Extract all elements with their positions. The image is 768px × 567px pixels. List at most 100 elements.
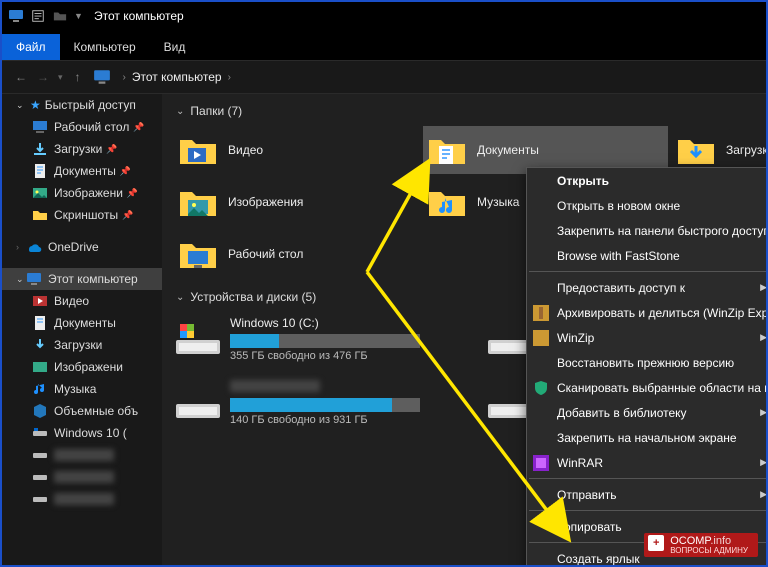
drive-icon <box>32 491 48 507</box>
sidebar-pc-video[interactable]: Видео <box>2 290 162 312</box>
nav-back-button[interactable]: ← <box>10 66 32 88</box>
ctx-open-new-window[interactable]: Открыть в новом окне <box>527 193 768 218</box>
sidebar-onedrive[interactable]: › OneDrive <box>2 236 162 258</box>
sidebar-pc-3d[interactable]: Объемные объ <box>2 400 162 422</box>
music-icon <box>32 381 48 397</box>
pin-icon: 📌 <box>106 144 117 155</box>
ctx-pin-quick-access[interactable]: Закрепить на панели быстрого доступа <box>527 218 768 243</box>
breadcrumb-root[interactable]: Этот компьютер <box>132 70 222 84</box>
sidebar-pc-drive-c[interactable]: Windows 10 ( <box>2 422 162 444</box>
qat-dropdown-icon[interactable]: ▼ <box>74 11 84 21</box>
pin-icon: 📌 <box>127 188 138 199</box>
desktop-folder-icon <box>178 234 218 274</box>
os-drive-icon <box>176 322 220 358</box>
breadcrumb-pc-icon <box>93 68 111 86</box>
pictures-icon <box>32 359 48 375</box>
this-pc-icon <box>8 8 24 24</box>
sidebar-item-downloads[interactable]: Загрузки📌 <box>2 138 162 160</box>
window-title: Этот компьютер <box>94 9 184 23</box>
desktop-icon <box>32 119 48 135</box>
video-folder-icon <box>178 130 218 170</box>
nav-forward-button[interactable]: → <box>32 66 54 88</box>
sidebar-blurred-2[interactable] <box>2 466 162 488</box>
chevron-right-icon[interactable]: › <box>123 72 126 83</box>
ctx-scan[interactable]: Сканировать выбранные области на наличие… <box>527 375 768 400</box>
submenu-arrow-icon: ▶ <box>760 407 767 418</box>
submenu-arrow-icon: ▶ <box>760 332 767 343</box>
downloads-icon <box>32 141 48 157</box>
pictures-folder-icon <box>178 182 218 222</box>
pin-icon: 📌 <box>120 166 131 177</box>
sidebar-item-pictures[interactable]: Изображени📌 <box>2 182 162 204</box>
sidebar-pc-pictures[interactable]: Изображени <box>2 356 162 378</box>
downloads-folder-icon <box>676 130 716 170</box>
capacity-bar <box>230 334 420 348</box>
documents-folder-icon <box>427 130 467 170</box>
sidebar-item-screenshots[interactable]: Скриншоты📌 <box>2 204 162 226</box>
ctx-restore-version[interactable]: Восстановить прежнюю версию <box>527 350 768 375</box>
view-tab[interactable]: Вид <box>150 34 200 60</box>
drive-c[interactable]: Windows 10 (C:) 355 ГБ свободно из 476 Г… <box>172 312 472 368</box>
cube-icon <box>32 403 48 419</box>
documents-icon <box>32 163 48 179</box>
ribbon: Файл Компьютер Вид <box>2 30 766 60</box>
nav-tree: ⌄ ★ Быстрый доступ Рабочий стол📌 Загрузк… <box>2 94 162 565</box>
group-folders-header[interactable]: Папки (7) <box>162 94 766 124</box>
pictures-icon <box>32 185 48 201</box>
ctx-winzip[interactable]: WinZip▶ <box>527 325 768 350</box>
ctx-open[interactable]: Открыть <box>527 168 768 193</box>
chevron-right-icon[interactable]: › <box>228 72 231 83</box>
context-menu: Открыть Открыть в новом окне Закрепить н… <box>526 167 768 567</box>
folder-desktop[interactable]: Рабочий стол <box>174 230 419 278</box>
drive-icon <box>32 447 48 463</box>
ctx-winzip-share[interactable]: Архивировать и делиться (WinZip Express) <box>527 300 768 325</box>
sidebar-pc-music[interactable]: Музыка <box>2 378 162 400</box>
submenu-arrow-icon: ▶ <box>760 282 767 293</box>
qat-properties-icon[interactable] <box>30 8 46 24</box>
ctx-add-library[interactable]: Добавить в библиотеку▶ <box>527 400 768 425</box>
downloads-icon <box>32 337 48 353</box>
ctx-pin-start[interactable]: Закрепить на начальном экране <box>527 425 768 450</box>
sidebar-this-pc[interactable]: ⌄ Этот компьютер <box>2 268 162 290</box>
winrar-icon <box>533 455 549 471</box>
sidebar-quick-access[interactable]: ⌄ ★ Быстрый доступ <box>2 94 162 116</box>
watermark: + OCOMP.info ВОПРОСЫ АДМИНУ <box>644 533 758 557</box>
folder-icon <box>32 207 48 223</box>
sidebar-blurred-1[interactable] <box>2 444 162 466</box>
submenu-arrow-icon: ▶ <box>760 489 767 500</box>
sidebar-blurred-3[interactable] <box>2 488 162 510</box>
sidebar-pc-documents[interactable]: Документы <box>2 312 162 334</box>
ctx-send-to[interactable]: Отправить▶ <box>527 482 768 507</box>
ctx-share-access[interactable]: Предоставить доступ к▶ <box>527 275 768 300</box>
ctx-winrar[interactable]: WinRAR▶ <box>527 450 768 475</box>
sidebar-item-documents[interactable]: Документы📌 <box>2 160 162 182</box>
nav-up-button[interactable]: ↑ <box>67 66 89 88</box>
pin-icon: 📌 <box>133 122 144 133</box>
file-tab[interactable]: Файл <box>2 34 60 60</box>
nav-bar: ← → ▾ ↑ › Этот компьютер › <box>2 60 766 94</box>
drive-icon <box>32 469 48 485</box>
ctx-faststone[interactable]: Browse with FastStone <box>527 243 768 268</box>
pin-icon: 📌 <box>122 210 133 221</box>
folder-pictures[interactable]: Изображения <box>174 178 419 226</box>
onedrive-icon <box>26 239 42 255</box>
winzip-icon <box>533 305 549 321</box>
music-folder-icon <box>427 182 467 222</box>
this-pc-icon <box>26 271 42 287</box>
sidebar-pc-downloads[interactable]: Загрузки <box>2 334 162 356</box>
capacity-bar <box>230 398 420 412</box>
nav-history-dropdown-icon[interactable]: ▾ <box>58 72 63 83</box>
winzip-icon <box>533 330 549 346</box>
titlebar: ▼ Этот компьютер <box>2 2 766 30</box>
folder-video[interactable]: Видео <box>174 126 419 174</box>
qat-new-folder-icon[interactable] <box>52 8 68 24</box>
submenu-arrow-icon: ▶ <box>760 457 767 468</box>
shield-icon <box>533 380 549 396</box>
drive-e[interactable]: 140 ГБ свободно из 931 ГБ <box>172 376 472 432</box>
computer-tab[interactable]: Компьютер <box>60 34 150 60</box>
video-icon <box>32 293 48 309</box>
sidebar-item-desktop[interactable]: Рабочий стол📌 <box>2 116 162 138</box>
documents-icon <box>32 315 48 331</box>
plus-icon: + <box>648 535 664 551</box>
drive-icon <box>32 425 48 441</box>
